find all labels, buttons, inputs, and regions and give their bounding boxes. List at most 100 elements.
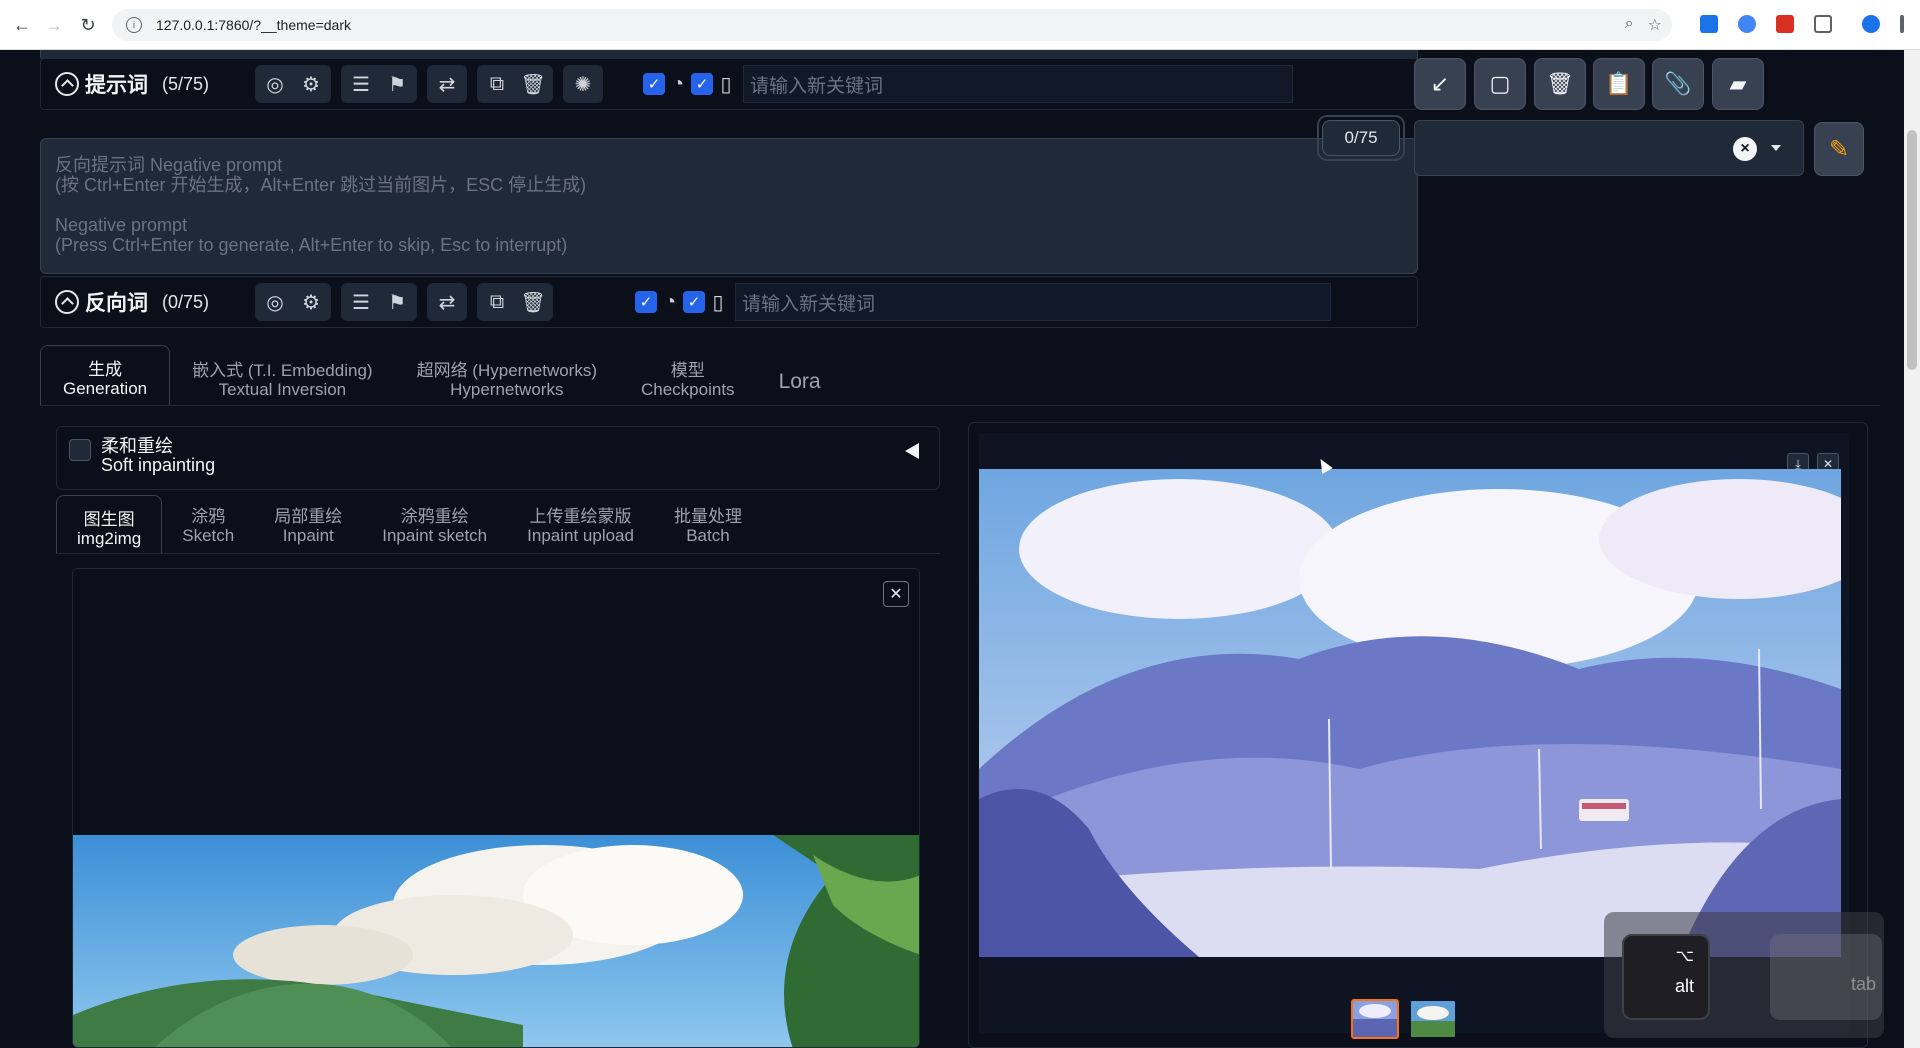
img2img-mode-tabs: 图生图 img2img 涂鸦 Sketch 局部重绘 Inpaint 涂鸦重绘 … [56, 495, 940, 554]
option-checkbox[interactable]: ✓ [683, 291, 706, 313]
source-image [73, 835, 919, 1047]
negative-placeholder-line: Negative prompt [55, 215, 188, 235]
prompt-token-count: (5/75) [162, 73, 210, 94]
gear-icon[interactable]: ⚙ [297, 70, 325, 98]
thumbnail-strip [1351, 999, 1457, 1039]
address-bar[interactable]: i 127.0.0.1:7860/?__theme=dark ⌕ ☆ [112, 9, 1672, 41]
scrollbar-thumb[interactable] [1907, 130, 1917, 370]
bookmark-star-icon[interactable]: ☆ [1648, 15, 1662, 35]
thumbnail-item[interactable] [1409, 999, 1457, 1039]
negative-prompt-textarea[interactable]: 反向提示词 Negative prompt (按 Ctrl+Enter 开始生成… [40, 138, 1418, 274]
forward-icon[interactable]: → [42, 13, 66, 37]
tab-img2img[interactable]: 图生图 img2img [56, 495, 163, 553]
tab-inpaint-sketch[interactable]: 涂鸦重绘 Inpaint sketch [362, 501, 507, 553]
source-image-canvas[interactable]: ✕ [72, 568, 920, 1048]
bookmark-icon[interactable]: ⚑ [383, 288, 411, 316]
gear-icon[interactable]: ⚙ [297, 288, 325, 316]
extensions-puzzle-icon[interactable] [1814, 15, 1832, 33]
history-list-icon[interactable]: ☰ [347, 288, 375, 316]
paperclip-icon[interactable]: 📎 [1652, 58, 1704, 110]
panel-icon[interactable]: ▯ [715, 70, 737, 98]
option-checkbox[interactable]: ✓ [691, 73, 714, 95]
tab-label: 涂鸦重绘 [400, 507, 469, 526]
tab-sublabel: Inpaint upload [527, 526, 634, 545]
clipboard-icon[interactable]: ▢ [1474, 58, 1526, 110]
extension-image-icon[interactable] [1776, 15, 1794, 33]
copy-icon[interactable]: ⧉ [483, 70, 511, 98]
tab-inpaint-upload[interactable]: 上传重绘蒙版 Inpaint upload [507, 501, 654, 553]
action-panel: ↙ ▢ 🗑 📋 📎 ▰ × ✎ [1414, 50, 1884, 350]
soft-inpainting-accordion[interactable]: 柔和重绘 Soft inpainting [56, 426, 940, 490]
tab-label: 图生图 [83, 510, 135, 529]
tab-checkpoints[interactable]: 模型 Checkpoints [619, 355, 757, 405]
panel-icon[interactable]: ▯ [707, 288, 729, 316]
paste-icon[interactable]: 📋 [1593, 58, 1645, 110]
translate-icon[interactable]: ⇄ [433, 288, 461, 316]
collapse-arrow-icon[interactable] [905, 443, 919, 459]
restore-arrow-icon[interactable]: ↙ [1414, 58, 1466, 110]
tab-label: 生成 [88, 360, 123, 379]
pencil-icon[interactable]: ✎ [1814, 122, 1864, 176]
trash-can-icon[interactable]: 🗑 [1534, 58, 1586, 110]
translate-icon[interactable]: ⇄ [433, 70, 461, 98]
globe-icon[interactable]: ◎ [261, 288, 289, 316]
tab-label: 局部重绘 [274, 507, 343, 526]
tab-label: 模型 [670, 361, 705, 380]
soft-inpainting-sublabel: Soft inpainting [101, 455, 216, 475]
collapse-toggle-icon[interactable] [55, 72, 79, 96]
history-list-icon[interactable]: ☰ [347, 70, 375, 98]
reload-icon[interactable]: ↻ [76, 13, 100, 37]
copy-icon[interactable]: ⧉ [483, 288, 511, 316]
negative-placeholder-line: (按 Ctrl+Enter 开始生成，Alt+Enter 跳过当前图片，ESC … [55, 175, 587, 195]
soft-inpainting-label: 柔和重绘 [101, 436, 173, 456]
browser-toolbar: ← → ↻ i 127.0.0.1:7860/?__theme=dark ⌕ ☆ [0, 0, 1920, 50]
bookmark-icon[interactable]: ⚑ [383, 70, 411, 98]
site-info-icon[interactable]: i [126, 17, 142, 33]
globe-icon[interactable]: ◎ [261, 70, 289, 98]
option-symbol: ⌥ [1675, 948, 1694, 965]
option-checkbox[interactable]: ✓ [635, 291, 658, 313]
chevron-down-icon[interactable] [1771, 145, 1781, 151]
tab-hypernetworks[interactable]: 超网络 (Hypernetworks) Hypernetworks [395, 355, 619, 405]
ai-assist-icon[interactable]: ✺ [569, 70, 597, 98]
tab-key-label: tab [1850, 974, 1876, 994]
tab-generation[interactable]: 生成 Generation [40, 345, 171, 405]
option-checkbox[interactable]: ✓ [643, 73, 666, 95]
close-icon[interactable]: ✕ [883, 581, 909, 607]
tab-sublabel: Sketch [182, 526, 235, 545]
page-scrollbar[interactable] [1904, 50, 1920, 1048]
extension-bird-icon[interactable] [1738, 15, 1756, 33]
tab-lora[interactable]: Lora [757, 366, 843, 405]
tab-textual-inversion[interactable]: 嵌入式 (T.I. Embedding) Textual Inversion [170, 355, 394, 405]
zoom-icon[interactable]: ⌕ [1625, 15, 1634, 35]
soft-inpainting-checkbox[interactable] [69, 439, 91, 461]
prompt-toolbar-title: 提示词 [85, 74, 148, 97]
tab-label: 批量处理 [673, 507, 742, 526]
keyword-input[interactable]: 请输入新关键词 [735, 283, 1332, 321]
negative-token-count: (0/75) [162, 291, 210, 312]
tab-label: 嵌入式 (T.I. Embedding) [192, 361, 373, 380]
trash-icon[interactable]: 🗑 [519, 288, 547, 316]
keystroke-overlay: ⌥ alt tab [1604, 912, 1884, 1038]
clear-icon[interactable]: × [1733, 137, 1757, 161]
clock-icon[interactable]: ◔ [659, 288, 681, 316]
tab-sublabel: img2img [77, 529, 142, 548]
thumbnail-item[interactable] [1351, 999, 1399, 1039]
collapse-toggle-icon[interactable] [55, 290, 79, 314]
browser-menu-icon[interactable] [1900, 15, 1904, 33]
output-image[interactable] [979, 469, 1841, 957]
trash-icon[interactable]: 🗑 [519, 70, 547, 98]
clock-icon[interactable]: ◔ [667, 70, 689, 98]
extension-translate-icon[interactable] [1700, 15, 1718, 33]
back-icon[interactable]: ← [10, 13, 34, 37]
tab-batch[interactable]: 批量处理 Batch [654, 501, 762, 553]
tab-sublabel: Hypernetworks [450, 380, 564, 399]
tab-label: 超网络 (Hypernetworks) [416, 361, 597, 380]
save-style-icon[interactable]: ▰ [1712, 58, 1764, 110]
url-text: 127.0.0.1:7860/?__theme=dark [156, 17, 351, 33]
tab-inpaint[interactable]: 局部重绘 Inpaint [254, 501, 362, 553]
profile-avatar-icon[interactable] [1862, 15, 1880, 33]
tab-sketch[interactable]: 涂鸦 Sketch [162, 501, 254, 553]
keyword-input[interactable]: 请输入新关键词 [743, 65, 1294, 103]
style-dropdown[interactable]: × [1414, 120, 1804, 176]
